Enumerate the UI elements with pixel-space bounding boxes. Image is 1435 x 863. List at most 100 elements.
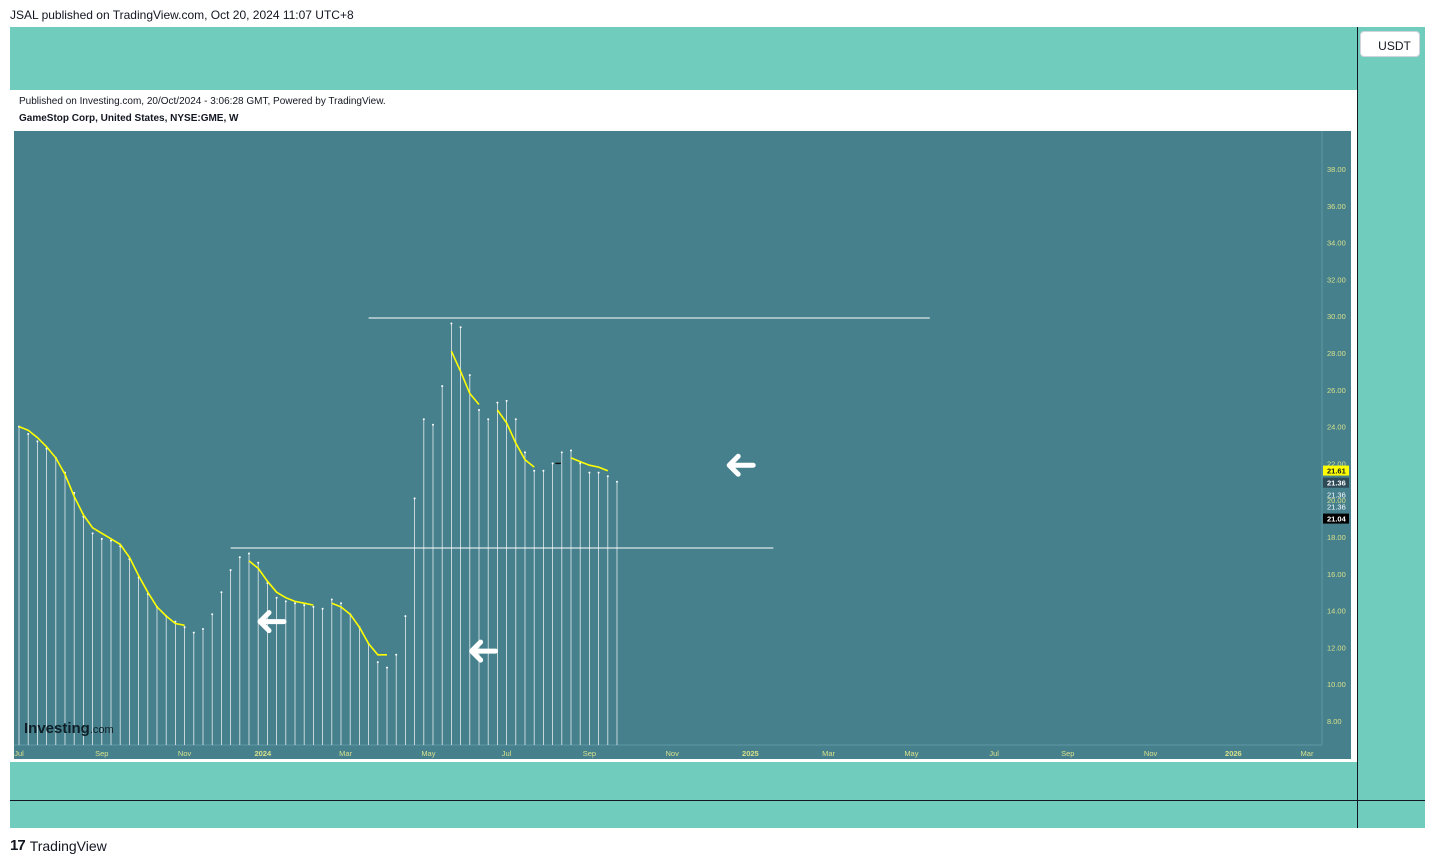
tradingview-logo-icon: 17 [10, 837, 26, 854]
weekly-close-point [560, 451, 563, 454]
y-tick-label: 26.00 [1327, 386, 1346, 395]
left-arrow-icon [257, 610, 287, 634]
y-tick-label: 18.00 [1327, 533, 1346, 542]
price-label: 21.04 [1327, 515, 1347, 524]
weekly-close-point [570, 449, 572, 452]
y-tick-label: 12.00 [1327, 643, 1346, 652]
weekly-close-point [91, 532, 94, 535]
frame-vertical-divider [1357, 27, 1358, 828]
weekly-close-point [450, 322, 453, 325]
weekly-close-point [36, 440, 39, 443]
weekly-close-point [321, 607, 324, 610]
weekly-close-point [202, 628, 204, 630]
chart-card: Published on Investing.com, 20/Oct/2024 … [10, 90, 1357, 762]
weekly-close-point [505, 399, 508, 402]
weekly-close-point [551, 462, 554, 465]
weekly-close-point [275, 596, 278, 599]
y-tick-label: 14.00 [1327, 607, 1346, 616]
weekly-close-point [496, 401, 499, 404]
x-tick-label: Sep [583, 749, 596, 758]
x-tick-label: Sep [1061, 749, 1074, 758]
plot-area[interactable]: 8.00 10.00 12.00 14.00 16.00 18.00 20.00 22.00 2… [14, 131, 1351, 759]
moving-average-line [570, 457, 609, 472]
x-tick-label: May [421, 749, 435, 758]
price-label: 21.36 [1327, 479, 1346, 488]
investing-watermark: Investing.com [24, 720, 114, 737]
x-tick-label: 2025 [742, 749, 759, 758]
tradingview-footer: 17 TradingView [10, 837, 107, 854]
weekly-close-point [183, 626, 186, 629]
x-tick-label: Sep [95, 749, 108, 758]
weekly-close-point [192, 631, 195, 634]
weekly-close-point [597, 471, 600, 474]
frame-horizontal-divider [10, 800, 1425, 801]
x-tick-label: Jul [989, 749, 999, 758]
price-label: 21.36 [1327, 491, 1346, 500]
x-tick-label: Jul [502, 749, 512, 758]
weekly-close-point [413, 497, 416, 500]
weekly-close-point [220, 591, 223, 594]
weekly-close-point [211, 613, 214, 616]
weekly-close-point [395, 653, 398, 656]
y-tick-label: 10.00 [1327, 680, 1346, 689]
weekly-close-point [524, 451, 526, 454]
weekly-close-point [487, 418, 490, 421]
price-label: 21.36 [1327, 503, 1346, 512]
y-tick-label: 24.00 [1327, 423, 1346, 432]
weekly-close-point [468, 374, 471, 377]
weekly-close-point [312, 605, 315, 608]
y-tick-label: 36.00 [1327, 202, 1346, 211]
weekly-close-point [229, 569, 232, 572]
y-tick-label: 34.00 [1327, 239, 1346, 248]
x-tick-label: 2024 [254, 749, 272, 758]
weekly-close-point [330, 598, 333, 601]
weekly-close-point [257, 561, 260, 564]
weekly-close-point [422, 418, 425, 421]
x-tick-label: Mar [1301, 749, 1314, 758]
x-tick-label: Jul [14, 749, 24, 758]
weekly-close-point [303, 604, 306, 607]
weekly-close-point [542, 469, 545, 472]
weekly-close-point [588, 471, 591, 474]
x-tick-label: Mar [339, 749, 352, 758]
y-tick-label: 38.00 [1327, 165, 1346, 174]
weekly-close-point [404, 615, 407, 618]
weekly-close-point [27, 432, 30, 435]
published-caption: Published on Investing.com, 20/Oct/2024 … [19, 96, 386, 107]
x-tick-label: Mar [822, 749, 835, 758]
left-arrow-icon [726, 453, 756, 477]
y-tick-label: 16.00 [1327, 570, 1346, 579]
weekly-close-point [248, 552, 250, 555]
weekly-close-point [340, 602, 342, 605]
y-tick-label: 30.00 [1327, 312, 1346, 321]
x-tick-label: Nov [666, 749, 680, 758]
weekly-close-point [294, 602, 296, 605]
top-caption: JSAL published on TradingView.com, Oct 2… [10, 8, 354, 22]
weekly-close-point [459, 326, 462, 329]
symbol-title: GameStop Corp, United States, NYSE:GME, … [19, 113, 239, 124]
price-chart: 8.0010.0012.0014.0016.0018.0020.0022.002… [14, 131, 1349, 758]
moving-average-line [248, 560, 314, 606]
y-tick-label: 8.00 [1327, 717, 1342, 726]
weekly-close-point [432, 423, 434, 426]
weekly-close-point [238, 556, 241, 559]
x-tick-label: 2026 [1225, 749, 1242, 758]
x-tick-label: Nov [178, 749, 192, 758]
chart-frame: USDT Published on Investing.com, 20/Oct/… [10, 27, 1425, 828]
weekly-close-point [441, 385, 444, 388]
weekly-close-point [478, 409, 480, 412]
moving-average-line [450, 350, 480, 406]
left-arrow-icon [469, 639, 499, 663]
y-tick-label: 32.00 [1327, 275, 1346, 284]
weekly-close-point [386, 666, 388, 669]
weekly-close-point [606, 475, 609, 478]
weekly-close-point [514, 418, 517, 421]
weekly-close-point [616, 480, 618, 483]
weekly-close-point [100, 537, 103, 540]
tradingview-brand: TradingView [29, 837, 107, 854]
weekly-close-point [284, 600, 287, 603]
currency-button[interactable]: USDT [1360, 31, 1420, 57]
weekly-close-point [533, 469, 536, 472]
x-tick-label: Nov [1144, 749, 1158, 758]
weekly-close-point [376, 661, 379, 664]
